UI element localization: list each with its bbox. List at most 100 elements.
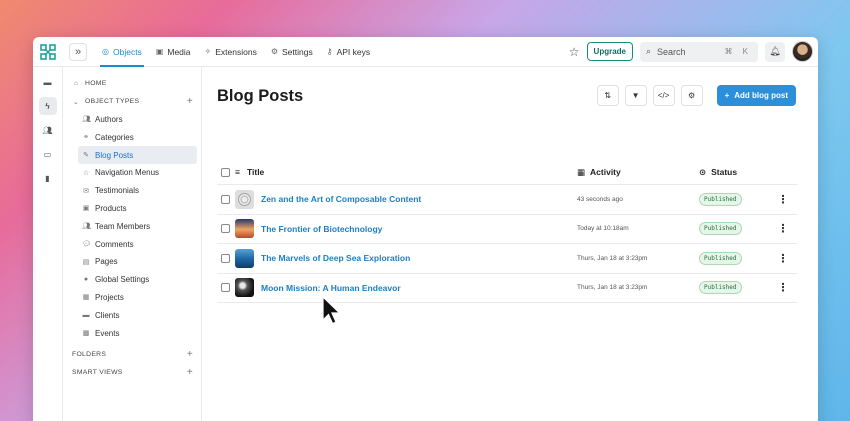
app-logo-icon[interactable]: [33, 37, 63, 67]
table-row[interactable]: Zen and the Art of Composable Content 43 …: [217, 185, 797, 215]
sidebar-item-projects[interactable]: ▦ Projects: [64, 289, 201, 307]
favorite-star-icon[interactable]: ☆: [569, 45, 580, 59]
row-checkbox[interactable]: [221, 253, 230, 263]
sidebar-object-types-header[interactable]: ⌄ OBJECT TYPES +: [64, 93, 201, 111]
plus-icon: +: [724, 91, 730, 100]
sidebar-item-global-settings[interactable]: ● Global Settings: [64, 271, 201, 289]
table-header: ≡ Title ▦ Activity ⊙ Status: [217, 160, 797, 185]
team-rail-icon[interactable]: 👥︎: [39, 121, 57, 139]
sidebar-item-label: Global Settings: [95, 275, 150, 285]
status-badge: Published: [699, 222, 742, 236]
tab-settings[interactable]: ⚙ Settings: [264, 37, 320, 67]
folders-label: FOLDERS: [72, 351, 107, 359]
status-column-header[interactable]: Status: [711, 167, 737, 177]
sidebar-item-label: Projects: [95, 292, 124, 302]
avatar[interactable]: [792, 41, 813, 62]
row-checkbox[interactable]: [221, 194, 230, 204]
sidebar-item-label: Clients: [95, 310, 120, 320]
row-checkbox[interactable]: [221, 283, 230, 293]
tab-media[interactable]: ▣ Media: [149, 37, 198, 67]
sidebar-item-testimonials[interactable]: ✉ Testimonials: [64, 182, 201, 200]
search-icon: ⌕: [646, 46, 652, 56]
sidebar-item-authors[interactable]: 👥︎ Authors: [64, 111, 201, 129]
extensions-icon: ✧: [204, 47, 212, 56]
activity-timestamp: Thurs, Jan 18 at 3:23pm: [577, 284, 648, 292]
post-thumbnail: [235, 278, 254, 298]
projects-rail-icon[interactable]: ▬: [39, 73, 57, 91]
table-row[interactable]: The Marvels of Deep Sea Exploration Thurs…: [217, 244, 797, 274]
tab-objects[interactable]: ◎ Objects: [95, 37, 149, 67]
table-row[interactable]: Moon Mission: A Human Endeavor Thurs, Jan…: [217, 274, 797, 303]
sidebar-item-pages[interactable]: ▤ Pages: [64, 253, 201, 271]
sidebar-smart-views-header[interactable]: SMART VIEWS +: [64, 364, 201, 382]
status-badge: Published: [699, 192, 742, 206]
row-checkbox[interactable]: [221, 224, 230, 234]
page-icon: ▤: [82, 258, 90, 266]
pencil-icon: ✎: [83, 152, 89, 160]
icon-rail: ▬ ϟ 👥︎ ▭ ▮: [33, 67, 63, 421]
status-icon: ⊙: [699, 166, 707, 177]
gear-icon[interactable]: ⚙: [680, 85, 703, 106]
post-title-link[interactable]: Moon Mission: A Human Endeavor: [261, 283, 401, 293]
sidebar-item-products[interactable]: ▣ Products: [64, 200, 201, 218]
tab-label: Objects: [112, 46, 142, 57]
post-title-link[interactable]: The Frontier of Biotechnology: [261, 224, 382, 234]
activity-column-header[interactable]: Activity: [590, 167, 621, 177]
add-blog-post-label: Add blog post: [734, 91, 788, 100]
code-icon[interactable]: </>: [652, 85, 675, 106]
calendar-icon: ▩: [82, 330, 90, 338]
sort-icon[interactable]: ⇅: [596, 85, 619, 106]
sidebar-item-team-members[interactable]: 👥︎ Team Members: [64, 217, 201, 235]
bolt-rail-icon[interactable]: ϟ: [38, 97, 57, 115]
sidebar-item-label: Events: [95, 328, 120, 338]
activity-timestamp: Today at 10:18am: [577, 225, 629, 233]
activity-timestamp: Thurs, Jan 18 at 3:23pm: [577, 254, 648, 262]
row-menu-icon[interactable]: ⋮: [773, 252, 793, 265]
upgrade-button[interactable]: Upgrade: [586, 42, 633, 61]
sidebar-item-clients[interactable]: ▬ Clients: [64, 306, 201, 324]
search-input[interactable]: ⌕ Search ⌘ K: [640, 41, 758, 62]
sidebar-item-label: Team Members: [95, 221, 151, 231]
notifications-bell-icon[interactable]: 🔔︎: [765, 41, 785, 62]
mouse-cursor-icon: [322, 296, 341, 325]
people-icon: 👥︎: [82, 116, 91, 124]
calendar-icon: ▦: [577, 166, 586, 177]
tab-label: Settings: [282, 46, 313, 57]
sidebar-home[interactable]: ⌂ HOME: [64, 75, 201, 93]
post-thumbnail: [235, 248, 254, 268]
row-menu-icon[interactable]: ⋮: [773, 281, 793, 294]
analytics-rail-icon[interactable]: ▮: [39, 169, 57, 187]
row-menu-icon[interactable]: ⋮: [773, 222, 793, 235]
sidebar-item-label: Authors: [95, 114, 123, 124]
sidebar-item-navigation-menus[interactable]: ☆ Navigation Menus: [64, 164, 201, 182]
add-smart-view-icon[interactable]: +: [187, 367, 193, 378]
star-icon: ☆: [82, 169, 90, 177]
tab-api-keys[interactable]: ⚷ API keys: [320, 37, 377, 67]
title-column-header[interactable]: Title: [247, 167, 264, 177]
sidebar-item-comments[interactable]: 💬︎ Comments: [64, 235, 201, 253]
objects-icon: ◎: [102, 47, 109, 56]
globe-icon: ●: [83, 276, 89, 284]
object-types-label: OBJECT TYPES: [85, 98, 140, 106]
sidebar-item-events[interactable]: ▩ Events: [64, 324, 201, 342]
post-title-link[interactable]: The Marvels of Deep Sea Exploration: [261, 253, 410, 263]
add-object-type-icon[interactable]: +: [187, 96, 193, 107]
expand-sidebar-button[interactable]: »: [69, 42, 87, 61]
projects-icon: ▦: [82, 294, 90, 302]
row-menu-icon[interactable]: ⋮: [773, 193, 793, 206]
sidebar-item-categories[interactable]: ⚭ Categories: [64, 128, 201, 146]
post-title-link[interactable]: Zen and the Art of Composable Content: [261, 194, 421, 204]
sidebar-item-blog-posts[interactable]: ✎ Blog Posts: [78, 146, 197, 164]
tab-extensions[interactable]: ✧ Extensions: [198, 37, 264, 67]
search-shortcut: ⌘ K: [724, 47, 752, 56]
sidebar: ⌂ HOME ⌄ OBJECT TYPES + 👥︎ Authors ⚭ Catego…: [64, 67, 202, 421]
select-all-checkbox[interactable]: [221, 167, 230, 177]
main-tabs: ◎ Objects ▣ Media ✧ Extensions ⚙ Setting…: [95, 37, 377, 67]
add-blog-post-button[interactable]: + Add blog post: [716, 85, 796, 106]
sidebar-folders-header[interactable]: FOLDERS +: [64, 346, 201, 364]
billing-rail-icon[interactable]: ▭: [39, 145, 57, 163]
filter-icon[interactable]: ▼: [624, 85, 647, 106]
table-row[interactable]: The Frontier of Biotechnology Today at 10…: [217, 215, 797, 244]
add-folder-icon[interactable]: +: [187, 349, 193, 360]
briefcase-icon: ▬: [82, 311, 90, 319]
